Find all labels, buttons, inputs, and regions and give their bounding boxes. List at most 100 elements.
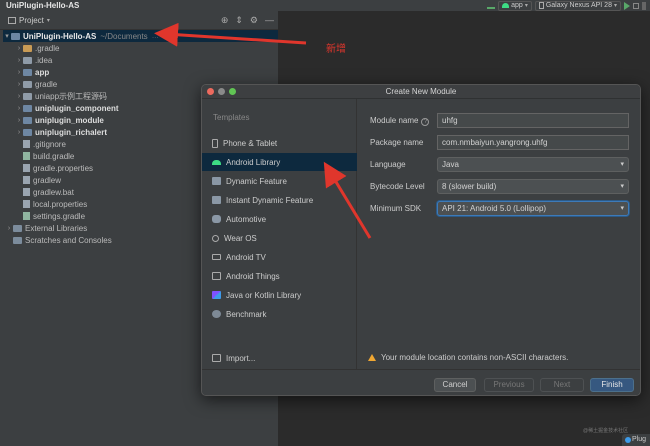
previous-button[interactable]: Previous	[484, 378, 534, 392]
chevron-right-icon[interactable]: ›	[15, 69, 23, 76]
tree-row-root[interactable]: ▾ UniPlugin-Hello-AS ~/Documents …	[3, 30, 278, 42]
templates-heading: Templates	[213, 113, 250, 122]
title-bar: UniPlugin-Hello-AS app ▾ Galaxy Nexus AP…	[0, 0, 650, 11]
collapse-icon[interactable]: ⇕	[235, 15, 243, 26]
template-label: Benchmark	[226, 309, 267, 319]
kotlin-icon	[212, 291, 221, 299]
chevron-down-icon: ▾	[620, 183, 624, 190]
cancel-button[interactable]: Cancel	[434, 378, 476, 392]
template-instant-dynamic-feature[interactable]: Instant Dynamic Feature	[202, 191, 357, 209]
run-config-label: app	[511, 2, 523, 9]
debug-icon[interactable]	[633, 2, 639, 9]
tree-label: uniplugin_richalert	[35, 127, 108, 137]
folder-icon	[11, 32, 20, 40]
run-config-select[interactable]: app ▾	[498, 0, 532, 11]
chevron-right-icon[interactable]: ›	[15, 45, 23, 52]
tv-icon	[212, 254, 221, 260]
tree-label: uniplugin_module	[35, 115, 104, 125]
chevron-down-icon: ▾	[620, 205, 624, 212]
finish-button[interactable]: Finish	[590, 378, 634, 392]
things-icon	[212, 272, 221, 280]
window-controls	[207, 88, 236, 95]
template-android-tv[interactable]: Android TV	[202, 248, 357, 266]
module-folder-icon	[23, 116, 32, 124]
template-label: Instant Dynamic Feature	[226, 195, 314, 205]
file-icon	[23, 176, 30, 184]
module-name-input[interactable]: uhfg	[437, 113, 629, 128]
tree-label: gradle	[35, 79, 58, 89]
tree-row[interactable]: › .idea	[3, 54, 278, 66]
chevron-right-icon[interactable]: ›	[15, 81, 23, 88]
import-label: Import...	[226, 353, 256, 363]
chevron-right-icon[interactable]: ›	[15, 57, 23, 64]
close-icon[interactable]	[207, 88, 214, 95]
tree-row[interactable]: › .gradle	[3, 42, 278, 54]
help-icon[interactable]: ?	[421, 118, 430, 126]
tree-label: Scratches and Consoles	[25, 235, 112, 245]
annotation-label: 新增	[326, 44, 346, 55]
chevron-right-icon[interactable]: ›	[15, 117, 23, 124]
templates-list: Templates Phone & Tablet Android Library…	[202, 99, 357, 369]
module-config-form: Module name? uhfg Package name com.nmbai…	[358, 99, 640, 369]
tree-label: .gitignore	[33, 139, 66, 149]
tree-path: ~/Documents	[100, 31, 148, 41]
folder-icon	[23, 80, 32, 88]
warning-icon	[368, 354, 376, 361]
tree-label: gradle.properties	[33, 163, 94, 173]
folder-icon	[23, 92, 32, 100]
chevron-down-icon: ▾	[524, 3, 528, 9]
hammer-icon[interactable]	[487, 3, 496, 9]
more-icon[interactable]	[642, 1, 646, 10]
template-wear-os[interactable]: Wear OS	[202, 229, 357, 247]
non-ascii-warning: Your module location contains non-ASCII …	[368, 353, 568, 362]
minimize-icon[interactable]	[218, 88, 225, 95]
tree-label: settings.gradle	[33, 211, 86, 221]
template-label: Android Library	[226, 157, 281, 167]
maximize-icon[interactable]	[229, 88, 236, 95]
folder-icon	[23, 56, 32, 64]
minimum-sdk-select[interactable]: API 21: Android 5.0 (Lollipop) ▾	[437, 201, 629, 216]
run-icon[interactable]	[624, 1, 630, 10]
tree-label: build.gradle	[33, 151, 75, 161]
android-icon	[212, 159, 221, 165]
language-label: Language	[370, 160, 406, 169]
bytecode-level-select[interactable]: 8 (slower build) ▾	[437, 179, 629, 194]
template-dynamic-feature[interactable]: Dynamic Feature	[202, 172, 357, 190]
template-benchmark[interactable]: Benchmark	[202, 305, 357, 323]
template-android-things[interactable]: Android Things	[202, 267, 357, 285]
module-folder-icon	[23, 104, 32, 112]
template-label: Android TV	[226, 252, 266, 262]
tree-label: .idea	[35, 55, 53, 65]
chevron-right-icon[interactable]: ›	[5, 225, 13, 232]
project-view-select[interactable]: Project ▾	[8, 16, 50, 25]
template-java-kotlin-library[interactable]: Java or Kotlin Library	[202, 286, 357, 304]
device-select[interactable]: Galaxy Nexus API 28 ▾	[534, 0, 621, 11]
next-button[interactable]: Next	[540, 378, 584, 392]
template-label: Android Things	[226, 271, 280, 281]
hide-icon[interactable]: —	[265, 15, 274, 26]
template-label: Wear OS	[224, 233, 257, 243]
template-phone-tablet[interactable]: Phone & Tablet	[202, 134, 357, 152]
template-android-library[interactable]: Android Library	[202, 153, 357, 171]
bytecode-level-label: Bytecode Level	[370, 182, 425, 191]
device-label: Galaxy Nexus API 28	[545, 2, 612, 9]
minimum-sdk-label: Minimum SDK	[370, 204, 422, 213]
language-select[interactable]: Java ▾	[437, 157, 629, 172]
chevron-right-icon[interactable]: ›	[15, 129, 23, 136]
template-automotive[interactable]: Automotive	[202, 210, 357, 228]
file-icon	[23, 140, 30, 148]
chevron-right-icon[interactable]: ›	[15, 93, 23, 100]
file-icon	[23, 200, 30, 208]
device-icon	[538, 2, 544, 9]
instant-feature-icon	[212, 196, 221, 204]
gradle-file-icon	[23, 152, 30, 160]
tree-row[interactable]: › app	[3, 66, 278, 78]
locate-icon[interactable]: ⊕	[221, 15, 229, 26]
module-name-label-text: Module name	[370, 116, 419, 125]
gear-icon[interactable]: ⚙	[250, 15, 258, 26]
package-name-input[interactable]: com.nmbaiyun.yangrong.uhfg	[437, 135, 629, 150]
chevron-down-icon[interactable]: ▾	[3, 32, 11, 40]
import-module-item[interactable]: Import...	[202, 349, 357, 367]
chevron-right-icon[interactable]: ›	[15, 105, 23, 112]
chevron-down-icon: ▾	[46, 17, 50, 24]
